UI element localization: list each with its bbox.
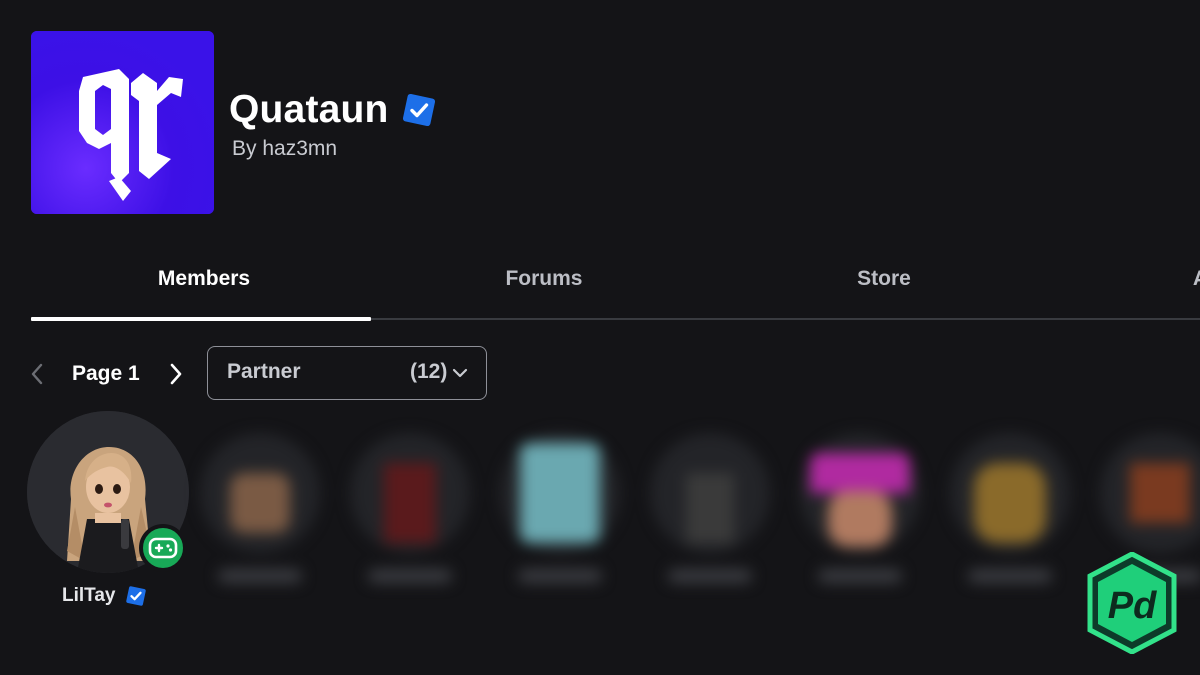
role-filter-dropdown[interactable]: Partner (12) — [207, 346, 487, 400]
group-tabs: Members Forums Store Af — [31, 250, 1200, 322]
role-filter-count: (12) — [410, 360, 448, 383]
blurred-member — [350, 433, 470, 583]
watermark-logo-text: Pd — [1108, 585, 1157, 627]
chevron-right-icon[interactable] — [162, 358, 190, 390]
role-filter-selected: Partner — [227, 360, 301, 383]
verified-badge-icon — [125, 586, 146, 606]
tab-affiliates[interactable]: Af — [1034, 267, 1200, 291]
group-title: Quataun — [229, 88, 389, 131]
tab-store[interactable]: Store — [714, 267, 1054, 291]
group-owner[interactable]: By haz3mn — [232, 137, 337, 161]
presence-badge — [139, 524, 187, 572]
tab-members[interactable]: Members — [34, 267, 374, 291]
blurred-member-list — [190, 405, 1200, 605]
page-indicator: Page 1 — [72, 362, 140, 385]
gamepad-icon — [148, 537, 178, 559]
tab-forums[interactable]: Forums — [374, 267, 714, 291]
watermark-logo: Pd — [1087, 552, 1177, 654]
group-title-row: Quataun — [229, 86, 437, 134]
blurred-member — [200, 433, 320, 583]
verified-badge-icon — [402, 93, 435, 127]
group-page: Quataun By haz3mn Members Forums Store A… — [0, 0, 1200, 675]
blurred-member — [500, 433, 620, 583]
blurred-member — [650, 433, 770, 583]
group-logo[interactable] — [31, 31, 214, 214]
blurred-member — [1100, 433, 1200, 583]
chevron-down-icon — [452, 368, 468, 378]
blurred-member — [950, 433, 1070, 583]
active-tab-indicator — [31, 317, 371, 321]
member-name-row: LilTay — [62, 583, 147, 609]
blurred-member — [800, 433, 920, 583]
member-name[interactable]: LilTay — [62, 585, 116, 607]
chevron-left-icon[interactable] — [24, 358, 52, 390]
